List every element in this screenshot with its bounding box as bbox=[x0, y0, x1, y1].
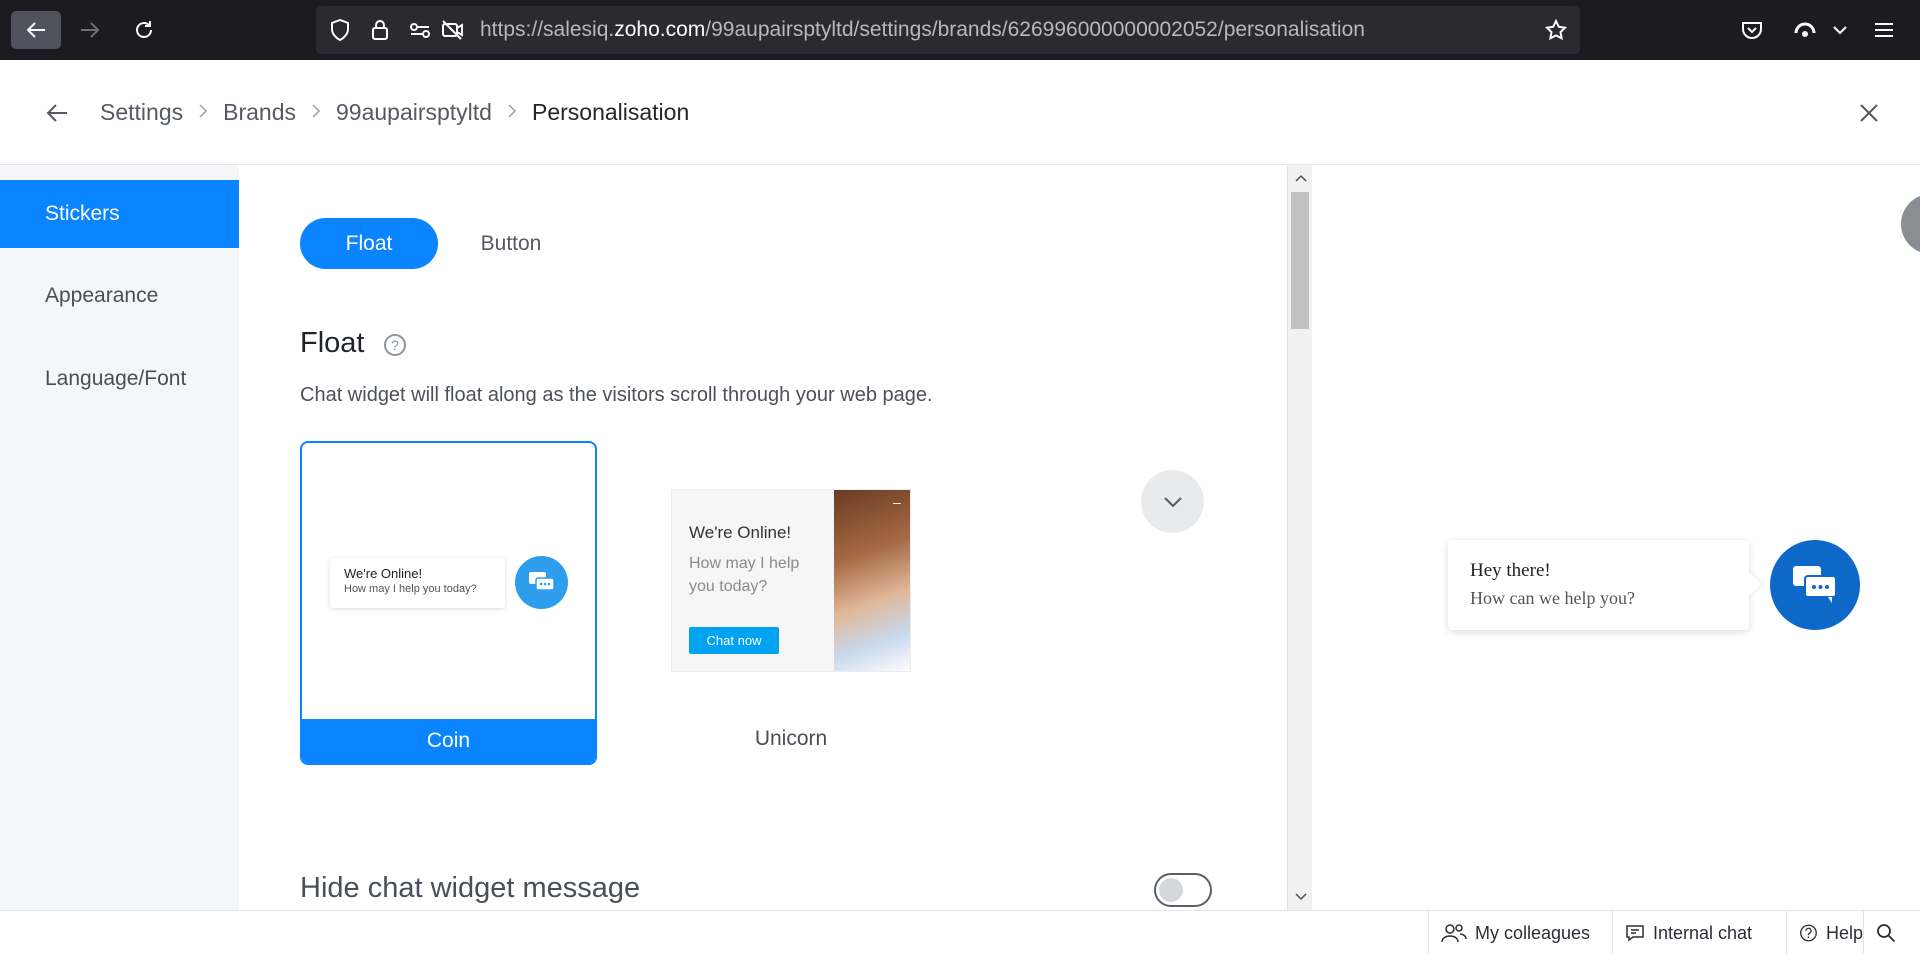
scroll-thumb[interactable] bbox=[1291, 192, 1309, 329]
lock-icon[interactable] bbox=[368, 18, 392, 42]
chat-bubble-icon bbox=[515, 556, 568, 609]
internal-chat-label: Internal chat bbox=[1653, 922, 1753, 943]
toggle-knob bbox=[1159, 878, 1183, 902]
url-path: /99aupairsptyltd/settings/brands/6269960… bbox=[705, 18, 1365, 41]
close-icon[interactable] bbox=[1856, 100, 1882, 126]
preview-collapse-tab[interactable] bbox=[1901, 194, 1920, 254]
main-scrollbar[interactable] bbox=[1287, 165, 1312, 910]
chevron-right-icon bbox=[311, 102, 321, 123]
coin-label: Coin bbox=[302, 719, 595, 763]
chevron-down-icon bbox=[1163, 496, 1182, 507]
hide-widget-message-toggle[interactable] bbox=[1154, 873, 1212, 907]
scroll-up-icon[interactable] bbox=[1288, 167, 1313, 189]
breadcrumb-brand-name[interactable]: 99aupairsptyltd bbox=[336, 99, 492, 126]
browser-forward-button[interactable] bbox=[65, 11, 115, 49]
settings-header: Settings Brands 99aupairsptyltd Personal… bbox=[0, 60, 1920, 165]
permissions-icon[interactable] bbox=[408, 18, 432, 42]
breadcrumb-settings[interactable]: Settings bbox=[100, 99, 183, 126]
browser-reload-button[interactable] bbox=[119, 11, 169, 49]
unicorn-preview-subtitle: How may I help you today? bbox=[689, 555, 800, 595]
preview-greeting-line2: How can we help you? bbox=[1470, 588, 1635, 608]
pocket-icon[interactable] bbox=[1740, 18, 1764, 42]
sticker-option-coin[interactable]: We're Online! How may I help you today? … bbox=[300, 441, 597, 765]
chevron-right-icon bbox=[198, 102, 208, 123]
camera-off-icon[interactable] bbox=[440, 18, 464, 42]
minimize-icon: – bbox=[893, 494, 901, 510]
coin-preview-bubble: We're Online! How may I help you today? bbox=[330, 558, 505, 608]
chevron-right-icon bbox=[507, 102, 517, 123]
browser-toolbar: https://salesiq.zoho.com/99aupairsptyltd… bbox=[0, 0, 1920, 60]
tab-float[interactable]: Float bbox=[300, 218, 438, 269]
agent-photo: – bbox=[834, 490, 910, 671]
my-colleagues-label: My colleagues bbox=[1475, 922, 1591, 943]
forward-arrow-icon bbox=[81, 22, 100, 38]
hide-widget-message-label: Hide chat widget message bbox=[300, 872, 641, 904]
search-button[interactable] bbox=[1863, 911, 1920, 954]
colleagues-icon bbox=[1441, 924, 1467, 943]
widget-preview-pane: Hey there! How can we help you? bbox=[1312, 165, 1920, 910]
settings-sidebar: Stickers Appearance Language/Font bbox=[0, 165, 239, 910]
url-domain: zoho.com bbox=[614, 18, 706, 41]
url-prefix: https://salesiq. bbox=[480, 18, 615, 41]
chat-bubble-icon bbox=[1793, 566, 1837, 603]
preview-greeting-bubble: Hey there! How can we help you? bbox=[1448, 540, 1749, 630]
shield-icon[interactable] bbox=[328, 18, 352, 42]
help-label: Help bbox=[1825, 922, 1863, 943]
chevron-down-icon[interactable] bbox=[1830, 20, 1850, 40]
search-icon bbox=[1877, 924, 1896, 943]
back-arrow-icon bbox=[26, 22, 45, 38]
scroll-down-icon[interactable] bbox=[1288, 886, 1313, 908]
back-arrow-icon[interactable] bbox=[44, 100, 70, 126]
breadcrumb-brands[interactable]: Brands bbox=[223, 99, 296, 126]
url-text[interactable]: https://salesiq.zoho.com/99aupairsptyltd… bbox=[480, 6, 1365, 54]
section-description: Chat widget will float along as the visi… bbox=[300, 384, 933, 406]
reload-icon bbox=[136, 21, 152, 38]
sidebar-item-language-font[interactable]: Language/Font bbox=[0, 345, 239, 413]
section-title: Float bbox=[300, 327, 365, 359]
unicorn-preview-title: We're Online! bbox=[689, 523, 792, 542]
stickers-panel: Float Button Float ? Chat widget will fl… bbox=[239, 165, 1287, 910]
help-icon[interactable]: ? bbox=[384, 334, 406, 356]
sidebar-item-appearance[interactable]: Appearance bbox=[0, 262, 239, 330]
coin-preview-line2: How may I help you today? bbox=[344, 583, 477, 595]
extension-icon[interactable] bbox=[1793, 18, 1817, 42]
preview-chat-button[interactable] bbox=[1770, 540, 1860, 630]
breadcrumb: Settings Brands 99aupairsptyltd Personal… bbox=[100, 60, 689, 165]
address-bar[interactable]: https://salesiq.zoho.com/99aupairsptyltd… bbox=[316, 6, 1580, 54]
chat-icon bbox=[1626, 925, 1644, 942]
help-button[interactable]: Help bbox=[1786, 911, 1863, 954]
menu-icon[interactable] bbox=[1872, 18, 1896, 42]
footer-bar: My colleagues Internal chat Help bbox=[0, 910, 1920, 954]
help-icon bbox=[1800, 924, 1817, 942]
star-icon[interactable] bbox=[1544, 18, 1568, 42]
preview-greeting-line1: Hey there! bbox=[1470, 560, 1551, 581]
sticker-option-unicorn[interactable]: We're Online! How may I help you today? … bbox=[671, 489, 911, 672]
breadcrumb-current: Personalisation bbox=[531, 99, 690, 125]
sidebar-item-stickers[interactable]: Stickers bbox=[0, 180, 239, 248]
my-colleagues-button[interactable]: My colleagues bbox=[1428, 911, 1612, 954]
coin-preview-line1: We're Online! bbox=[344, 566, 423, 581]
internal-chat-button[interactable]: Internal chat bbox=[1612, 911, 1786, 954]
unicorn-label: Unicorn bbox=[754, 727, 828, 750]
browser-back-button[interactable] bbox=[11, 11, 61, 49]
unicorn-chat-now-button: Chat now bbox=[689, 627, 779, 654]
show-more-button[interactable] bbox=[1141, 470, 1204, 533]
tab-button[interactable]: Button bbox=[461, 218, 561, 269]
